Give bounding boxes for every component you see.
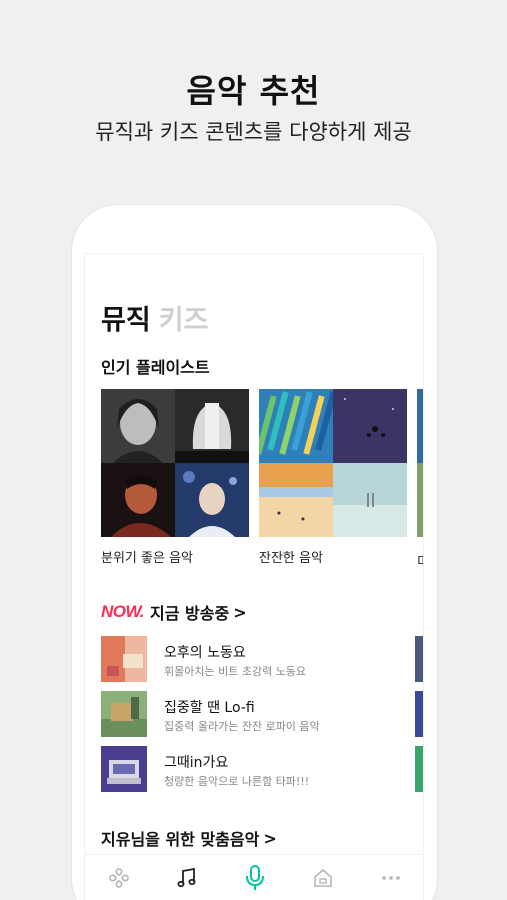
playlist-title: 미: [417, 551, 423, 570]
app-screen: 뮤직 키즈 인기 플레이스트 분위기 좋은 음악 잔잔한 음악 NOW. 지금 …: [84, 253, 424, 900]
broadcast-description: 청량한 음악으로 나른함 타파!!!: [164, 775, 310, 788]
playlist-card[interactable]: 잔잔한 음악: [259, 389, 407, 566]
playlist-title: 분위기 좋은 음악: [101, 551, 193, 566]
album-cover: [101, 389, 175, 463]
now-logo: NOW.: [101, 602, 145, 621]
album-cover: [101, 463, 175, 537]
broadcast-title: 집중할 땐 Lo-fi: [164, 700, 255, 716]
album-cover: [259, 463, 333, 537]
music-note-icon[interactable]: [170, 861, 204, 895]
popular-playlists-title: 인기 플레이스트: [101, 358, 210, 377]
home-icon[interactable]: [306, 861, 340, 895]
album-cover: [175, 389, 249, 463]
broadcast-title: 오후의 노동요: [164, 645, 246, 661]
playlist-card[interactable]: 미: [417, 389, 423, 570]
flower-icon[interactable]: [102, 861, 136, 895]
album-cover: [333, 389, 407, 463]
tab-music[interactable]: 뮤직: [101, 298, 151, 337]
broadcast-thumbnail-peek: [415, 746, 423, 792]
broadcast-thumbnail: [101, 746, 147, 792]
now-section-header[interactable]: NOW. 지금 방송중 >: [101, 600, 247, 624]
chevron-right-icon: >: [233, 602, 247, 622]
broadcast-description: 집중력 올라가는 잔잔 로파이 음악: [164, 720, 320, 733]
playlist-card[interactable]: 분위기 좋은 음악: [101, 389, 249, 566]
bottom-navigation: [85, 854, 423, 900]
hero-subtitle: 뮤직과 키즈 콘텐츠를 다양하게 제공: [95, 120, 412, 144]
now-section-title: 지금 방송중: [150, 604, 230, 623]
album-cover: [259, 389, 333, 463]
playlist-cover-grid: [259, 389, 407, 537]
more-icon[interactable]: [374, 861, 408, 895]
album-cover: [333, 463, 407, 537]
tab-kids[interactable]: 키즈: [159, 298, 209, 337]
playlist-cover-grid: [101, 389, 249, 537]
broadcast-thumbnail: [101, 691, 147, 737]
live-broadcast-item[interactable]: 집중할 땐 Lo-fi 집중력 올라가는 잔잔 로파이 음악: [101, 691, 401, 737]
broadcast-thumbnail-peek: [415, 691, 423, 737]
album-cover: [417, 389, 423, 537]
broadcast-title: 그때in가요: [164, 755, 229, 771]
broadcast-thumbnail-peek: [415, 636, 423, 682]
personalized-music-header[interactable]: 지유님을 위한 맞춤음악 >: [101, 826, 277, 850]
broadcast-description: 휘몰아치는 비트 초강력 노동요: [164, 665, 307, 678]
live-broadcast-item[interactable]: 오후의 노동요 휘몰아치는 비트 초강력 노동요: [101, 636, 401, 682]
live-broadcast-item[interactable]: 그때in가요 청량한 음악으로 나른함 타파!!!: [101, 746, 401, 792]
personalized-music-title: 지유님을 위한 맞춤음악: [101, 830, 260, 849]
broadcast-thumbnail: [101, 636, 147, 682]
chevron-right-icon: >: [263, 828, 277, 848]
playlist-title: 잔잔한 음악: [259, 551, 323, 566]
album-cover: [175, 463, 249, 537]
hero-title: 음악 추천: [186, 72, 321, 110]
microphone-icon[interactable]: [238, 861, 272, 895]
content-tabs: 뮤직 키즈: [101, 298, 216, 337]
